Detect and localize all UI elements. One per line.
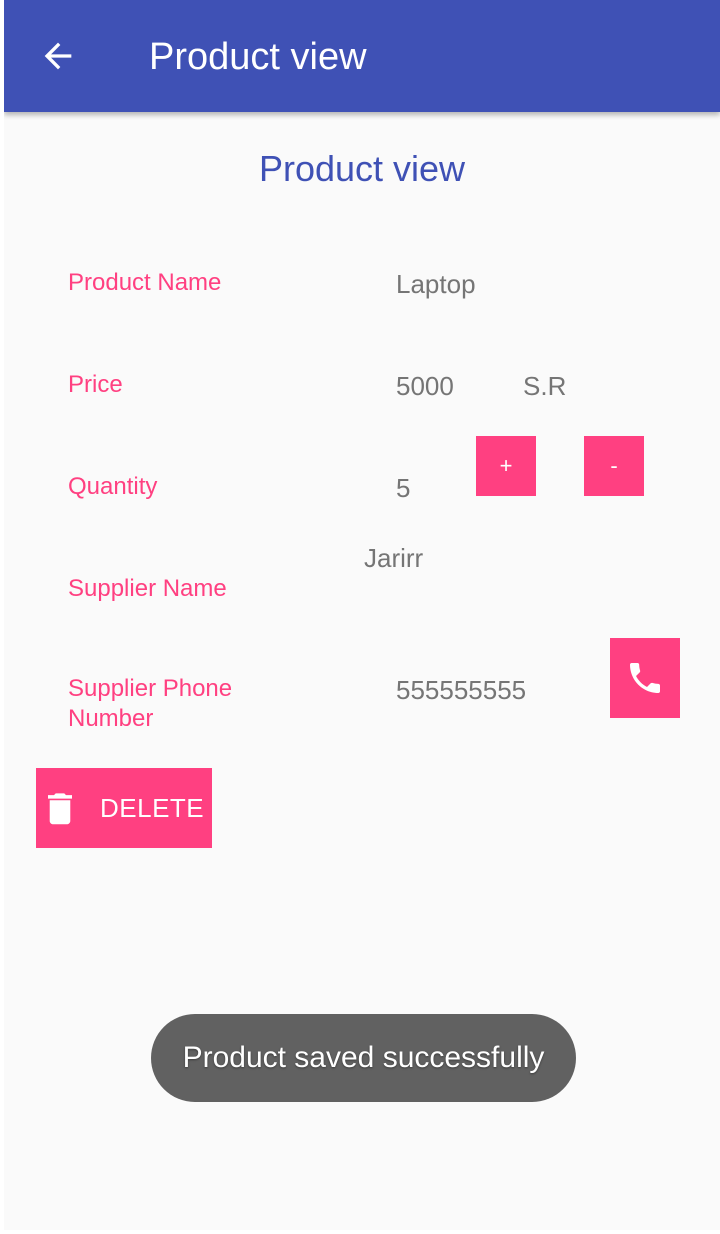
delete-button[interactable]: DELETE <box>36 768 212 848</box>
decrement-quantity-button[interactable]: - <box>584 436 644 496</box>
supplier-name-label: Supplier Name <box>68 575 227 602</box>
supplier-phone-label-line1: Supplier Phone <box>68 675 233 702</box>
delete-button-label: DELETE <box>100 792 205 823</box>
page-title: Product view <box>258 148 466 189</box>
product-name-value: Laptop <box>396 269 476 299</box>
quantity-label: Quantity <box>68 473 158 500</box>
product-view-screen: Product view Product view Product Name L… <box>4 0 720 1230</box>
currency-label: S.R <box>523 371 567 401</box>
phone-icon <box>630 663 660 693</box>
arrow-back-icon[interactable] <box>38 36 78 76</box>
quantity-value: 5 <box>396 473 411 503</box>
app-bar: Product view <box>4 0 720 112</box>
increment-quantity-button[interactable]: + <box>476 436 536 496</box>
price-value: 5000 <box>396 371 454 401</box>
app-bar-title: Product view <box>149 36 367 78</box>
supplier-phone-label-line2: Number <box>68 705 154 732</box>
toast-message: Product saved successfully <box>151 1014 576 1102</box>
trash-icon <box>48 793 72 825</box>
call-supplier-button[interactable] <box>610 638 680 718</box>
supplier-name-value: Jarirr <box>364 543 424 573</box>
price-label: Price <box>68 371 123 398</box>
product-name-label: Product Name <box>68 269 222 296</box>
supplier-phone-value: 555555555 <box>396 675 527 705</box>
